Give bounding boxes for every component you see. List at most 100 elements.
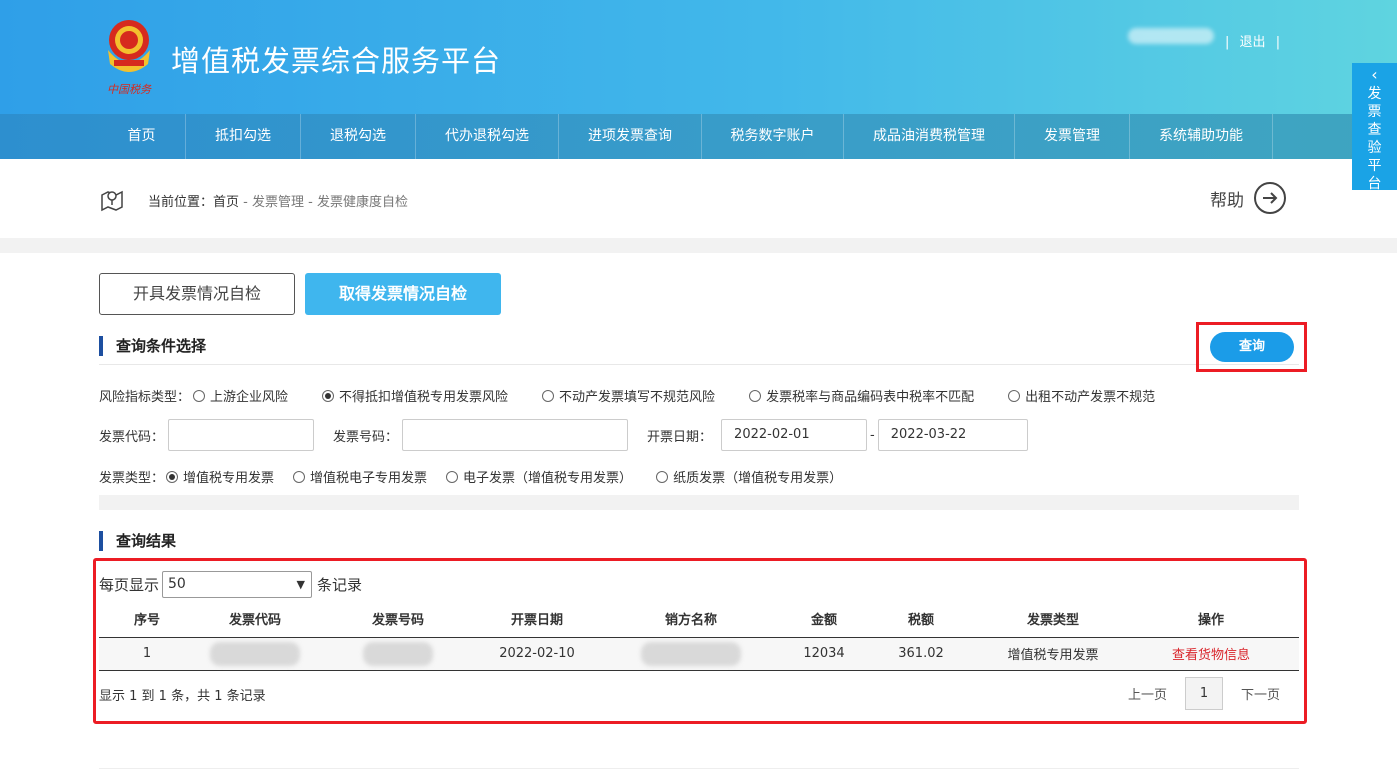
risk-type-row: 风险指标类型： 上游企业风险 不得抵扣增值税专用发票风险 不动产发票填写不规范风… [99, 386, 1155, 405]
cell-amount: 12034 [789, 637, 859, 671]
cell-index: 1 [99, 637, 195, 671]
column-header: 税额 [859, 601, 983, 638]
nav-item-home[interactable]: 首页 [98, 114, 186, 159]
date-from-input[interactable]: 2022-02-01 [721, 419, 868, 451]
invoice-code-label: 发票代码： [99, 429, 165, 445]
invoice-type-row: 发票类型： 增值税专用发票 增值税电子专用发票 电子发票（增值税专用发票） 纸质… [99, 467, 842, 486]
column-header: 销方名称 [593, 601, 789, 638]
breadcrumb-sep: - [239, 195, 252, 210]
type-option-vat-e-special[interactable]: 增值税电子专用发票 [293, 467, 427, 486]
invoice-type-label: 发票类型： [99, 471, 165, 486]
radio-icon [656, 470, 669, 483]
blurred-value [210, 641, 300, 666]
next-page-link[interactable]: 下一页 [1241, 684, 1280, 703]
radio-label: 上游企业风险 [210, 390, 289, 405]
page-size-control: 每页显示 50 ▼ 条记录 [99, 571, 362, 598]
view-goods-link[interactable]: 查看货物信息 [1172, 648, 1250, 663]
nav-item-deduction-select[interactable]: 抵扣勾选 [186, 114, 301, 159]
nav-item-input-invoice-query[interactable]: 进项发票查询 [559, 114, 702, 159]
nav-item-invoice-management[interactable]: 发票管理 [1015, 114, 1130, 159]
page-size-select[interactable]: 50 ▼ [162, 571, 313, 598]
invoice-number-label: 发票号码： [333, 429, 399, 445]
chevron-down-icon: ▼ [296, 578, 306, 591]
page-size-value: 50 [168, 576, 186, 592]
nav-item-digital-account[interactable]: 税务数字账户 [702, 114, 844, 159]
nav-item-system-tools[interactable]: 系统辅助功能 [1130, 114, 1273, 159]
separator-right: | [1275, 35, 1281, 50]
cell-seller-name [593, 637, 789, 671]
radio-icon [446, 470, 459, 483]
radio-label: 不得抵扣增值税专用发票风险 [339, 390, 509, 405]
username-blurred [1128, 28, 1214, 44]
radio-icon [1008, 389, 1021, 402]
main-nav: 首页 抵扣勾选 退税勾选 代办退税勾选 进项发票查询 税务数字账户 成品油消费税… [0, 114, 1397, 159]
chevron-left-icon: ‹ [1371, 65, 1378, 84]
nav-item-refund-select[interactable]: 退税勾选 [301, 114, 416, 159]
location-map-icon [101, 190, 123, 212]
breadcrumb-level2: 发票管理 [252, 195, 305, 210]
pagination: 上一页 1 下一页 [1128, 677, 1280, 710]
radio-label: 增值税电子专用发票 [310, 471, 428, 486]
radio-label: 电子发票（增值税专用发票） [463, 471, 633, 486]
invoice-date-label: 开票日期： [647, 429, 713, 445]
invoice-code-input[interactable] [168, 419, 315, 451]
breadcrumb-sep: - [304, 195, 317, 210]
breadcrumb: 当前位置：首页 - 发票管理 - 发票健康度自检 [148, 191, 408, 210]
column-header: 发票类型 [983, 601, 1123, 638]
breadcrumb-level3: 发票健康度自检 [316, 195, 408, 210]
invoice-number-input[interactable] [402, 419, 629, 451]
risk-option-real-estate[interactable]: 不动产发票填写不规范风险 [542, 386, 715, 405]
cell-action: 查看货物信息 [1123, 637, 1299, 671]
breadcrumb-prefix: 当前位置： [148, 195, 214, 210]
logout-link[interactable]: 退出 [1240, 35, 1266, 50]
risk-type-label: 风险指标类型： [99, 390, 191, 405]
risk-option-rental[interactable]: 出租不动产发票不规范 [1008, 386, 1155, 405]
tab-issued-invoice-check[interactable]: 开具发票情况自检 [99, 273, 295, 315]
help-link[interactable]: 帮助 [1210, 182, 1286, 214]
risk-option-upstream[interactable]: 上游企业风险 [193, 386, 288, 405]
radio-icon [749, 389, 762, 402]
table-header-row: 序号 发票代码 发票号码 开票日期 销方名称 金额 税额 发票类型 操作 [99, 601, 1299, 638]
side-tab-label: 发票查验平台 [1367, 86, 1382, 192]
date-to-input[interactable]: 2022-03-22 [877, 419, 1028, 451]
column-header: 操作 [1123, 601, 1299, 638]
page-number-button[interactable]: 1 [1185, 677, 1224, 710]
prev-page-link[interactable]: 上一页 [1128, 684, 1167, 703]
logo-text: 中国税务 [107, 83, 152, 96]
results-summary: 显示 1 到 1 条，共 1 条记录 [99, 689, 266, 704]
table-row: 1 2022-02-10 12034 361.02 增值税专用发票 查看货物信息 [99, 637, 1299, 671]
radio-label: 不动产发票填写不规范风险 [559, 390, 716, 405]
cell-tax: 361.02 [859, 637, 983, 671]
invoice-filter-row: 发票代码： 发票号码： 开票日期： 2022-02-01 - 2022-03-2… [99, 419, 1028, 451]
query-section-title: 查询条件选择 [99, 336, 206, 356]
radio-label: 增值税专用发票 [183, 471, 275, 486]
radio-checked-icon [322, 389, 335, 402]
breadcrumb-home[interactable]: 首页 [213, 195, 239, 210]
cell-invoice-code [195, 637, 315, 671]
arrow-right-icon [1254, 182, 1286, 214]
type-option-e-invoice[interactable]: 电子发票（增值税专用发票） [446, 467, 632, 486]
results-section-title: 查询结果 [99, 531, 176, 551]
invoice-verify-side-tab[interactable]: ‹ 发票查验平台 [1352, 63, 1397, 192]
date-separator: - [870, 427, 875, 443]
results-table: 序号 发票代码 发票号码 开票日期 销方名称 金额 税额 发票类型 操作 1 2… [99, 601, 1299, 671]
blurred-value [641, 641, 741, 666]
nav-item-agent-refund-select[interactable]: 代办退税勾选 [416, 114, 559, 159]
header: 中国税务 增值税发票综合服务平台 | 退出 | [0, 0, 1397, 114]
nav-item-oil-tax[interactable]: 成品油消费税管理 [844, 114, 1015, 159]
cell-date: 2022-02-10 [481, 637, 593, 671]
site-title: 增值税发票综合服务平台 [171, 44, 502, 78]
type-option-vat-special[interactable]: 增值税专用发票 [166, 467, 274, 486]
query-button[interactable]: 查询 [1210, 332, 1294, 362]
risk-option-tax-rate-mismatch[interactable]: 发票税率与商品编码表中税率不匹配 [749, 386, 974, 405]
tab-received-invoice-check[interactable]: 取得发票情况自检 [305, 273, 501, 315]
section-divider [99, 364, 1299, 365]
radio-icon [293, 470, 306, 483]
column-header: 发票代码 [195, 601, 315, 638]
radio-checked-icon [166, 470, 179, 483]
type-option-paper-invoice[interactable]: 纸质发票（增值税专用发票） [656, 467, 842, 486]
form-bottom-strip [99, 495, 1299, 510]
column-header: 序号 [99, 601, 195, 638]
risk-option-non-deductible[interactable]: 不得抵扣增值税专用发票风险 [322, 386, 508, 405]
radio-label: 发票税率与商品编码表中税率不匹配 [766, 390, 975, 405]
